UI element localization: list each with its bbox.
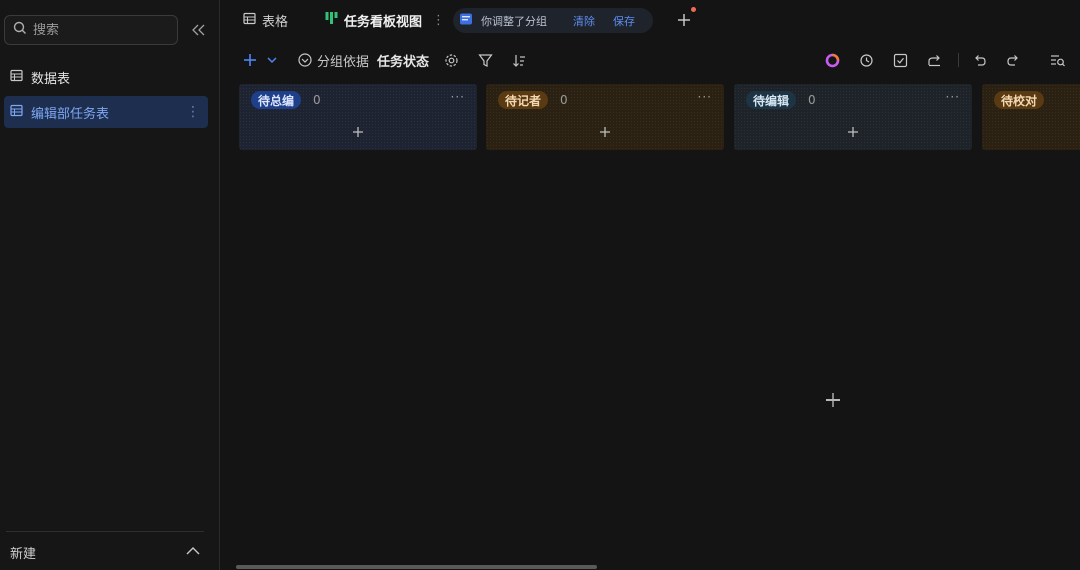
- kanban-board: 待总编 0 ··· 待记者 0 ··· 待编辑 0 ··· 待校对: [239, 84, 1080, 150]
- view-settings-icon: [459, 12, 473, 29]
- column-count: 0: [808, 93, 816, 107]
- column-more-icon[interactable]: ···: [698, 90, 712, 104]
- sidebar-section-label: 数据表: [31, 71, 71, 87]
- view-tabbar: 表格 任务看板视图 ⋮ 你调整了分组 清除 保存: [221, 0, 1080, 40]
- notification-dot: [691, 7, 696, 12]
- column-header: 待校对: [994, 91, 1056, 109]
- tab-grid-view[interactable]: 表格: [243, 6, 288, 34]
- add-card-button[interactable]: [595, 122, 615, 142]
- checklist-icon[interactable]: [893, 50, 908, 70]
- add-record-button[interactable]: [243, 50, 278, 70]
- column-header: 待记者 0: [498, 91, 568, 109]
- group-by-label: 分组依据: [317, 54, 370, 70]
- sort-icon[interactable]: [512, 50, 527, 70]
- column-header: 待编辑 0: [746, 91, 816, 109]
- add-view-icon[interactable]: [673, 9, 695, 31]
- kanban-column: 待记者 0 ···: [486, 84, 724, 150]
- view-toolbar: 分组依据 任务状态: [221, 44, 1080, 76]
- ai-assistant-icon[interactable]: [825, 50, 840, 70]
- main-area: 表格 任务看板视图 ⋮ 你调整了分组 清除 保存 分组依据 任务状态 待总编 0…: [221, 0, 1080, 570]
- kanban-column: 待校对: [982, 84, 1080, 150]
- group-by-value: 任务状态: [377, 54, 430, 70]
- add-card-button[interactable]: [348, 122, 368, 142]
- tab-kanban-view[interactable]: 任务看板视图 ⋮: [325, 6, 445, 34]
- plus-icon: [244, 54, 256, 66]
- search-icon: [13, 21, 27, 39]
- sidebar-item-editorial-tasks[interactable]: 编辑部任务表 ⋮: [4, 96, 208, 128]
- history-icon[interactable]: [859, 50, 874, 70]
- sidebar-search[interactable]: [4, 15, 178, 45]
- column-status-tag: 待编辑: [746, 91, 797, 109]
- save-button[interactable]: 保存: [613, 13, 635, 29]
- sidebar: 数据表 编辑部任务表 ⋮ 新建: [0, 0, 220, 570]
- toolbar-divider: [958, 53, 959, 67]
- grid-table-icon: [243, 12, 256, 29]
- unsaved-changes-notice: 你调整了分组 清除 保存: [453, 8, 653, 33]
- column-status-tag: 待总编: [251, 91, 302, 109]
- search-input[interactable]: [33, 22, 163, 38]
- chevron-up-icon[interactable]: [186, 545, 200, 560]
- kanban-icon: [325, 11, 338, 29]
- group-icon: [298, 53, 312, 67]
- share-icon[interactable]: [927, 50, 942, 70]
- search-records-icon[interactable]: [1050, 50, 1066, 70]
- redo-icon[interactable]: [1006, 50, 1021, 70]
- sidebar-section-datatables[interactable]: 数据表: [4, 61, 208, 93]
- plus-icon: [848, 127, 858, 137]
- column-status-tag: 待记者: [498, 91, 549, 109]
- column-more-icon[interactable]: ···: [946, 90, 960, 104]
- column-header: 待总编 0: [251, 91, 321, 109]
- table-icon: [10, 69, 23, 86]
- new-label: 新建: [10, 546, 37, 562]
- tab-label: 表格: [262, 14, 289, 30]
- more-options-icon[interactable]: ⋮: [186, 104, 200, 120]
- tab-more-icon[interactable]: ⋮: [432, 13, 445, 28]
- horizontal-scrollbar[interactable]: [236, 565, 597, 569]
- plus-icon: [600, 127, 610, 137]
- sidebar-divider: [6, 531, 204, 532]
- chevron-down-icon[interactable]: [266, 54, 278, 66]
- group-by-button[interactable]: 分组依据 任务状态: [298, 50, 429, 70]
- new-button[interactable]: 新建: [10, 540, 200, 564]
- kanban-column: 待总编 0 ···: [239, 84, 477, 150]
- crosshair-cursor-icon: [825, 392, 841, 408]
- filter-icon[interactable]: [478, 50, 493, 70]
- notice-message: 你调整了分组: [481, 14, 547, 28]
- table-icon: [10, 104, 23, 121]
- column-more-icon[interactable]: ···: [451, 90, 465, 104]
- add-card-button[interactable]: [843, 122, 863, 142]
- plus-icon: [353, 127, 363, 137]
- settings-icon[interactable]: [444, 50, 459, 70]
- undo-icon[interactable]: [972, 50, 987, 70]
- column-status-tag: 待校对: [994, 91, 1045, 109]
- tab-label: 任务看板视图: [344, 14, 423, 30]
- column-count: 0: [560, 93, 568, 107]
- sidebar-item-label: 编辑部任务表: [31, 106, 110, 122]
- kanban-column: 待编辑 0 ···: [734, 84, 972, 150]
- collapse-sidebar-icon[interactable]: [190, 20, 208, 40]
- clear-button[interactable]: 清除: [573, 13, 595, 29]
- column-count: 0: [313, 93, 321, 107]
